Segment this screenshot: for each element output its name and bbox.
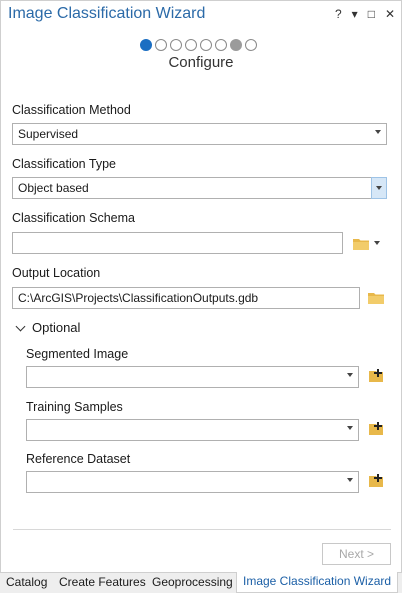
schema-options-chevron-icon[interactable]	[374, 241, 380, 245]
reference-dataset-label: Reference Dataset	[26, 452, 131, 466]
training-samples-dropdown[interactable]	[26, 419, 359, 441]
chevron-down-icon	[347, 478, 353, 482]
classification-schema-input[interactable]	[12, 232, 343, 254]
classification-schema-label: Classification Schema	[12, 211, 135, 225]
chevron-down-icon	[15, 321, 26, 331]
tab-geoprocessing[interactable]: Geoprocessing	[152, 575, 233, 589]
wizard-step-4[interactable]	[185, 39, 197, 51]
wizard-step-8[interactable]	[245, 39, 257, 51]
pane-menu-icon[interactable]: ▾	[352, 7, 358, 21]
chevron-down-icon	[347, 373, 353, 377]
add-data-icon[interactable]	[368, 422, 384, 436]
footer-divider	[13, 529, 391, 530]
training-samples-label: Training Samples	[26, 400, 123, 414]
folder-icon[interactable]	[368, 292, 384, 304]
tab-catalog[interactable]: Catalog	[6, 575, 47, 589]
wizard-step-7	[230, 39, 242, 51]
optional-section-toggle[interactable]: Optional	[15, 320, 81, 335]
wizard-pane: Image Classification Wizard ? ▾ □ ✕ Conf…	[0, 0, 402, 572]
classification-method-dropdown[interactable]: Supervised	[12, 123, 387, 145]
chevron-down-icon	[375, 130, 381, 134]
restore-icon[interactable]: □	[368, 7, 375, 21]
classification-method-label: Classification Method	[12, 103, 131, 117]
pane-title: Image Classification Wizard	[8, 5, 206, 22]
classification-type-value: Object based	[18, 181, 89, 195]
tab-create-features[interactable]: Create Features	[59, 575, 146, 589]
help-icon[interactable]: ?	[335, 7, 342, 21]
output-location-input[interactable]: C:\ArcGIS\Projects\ClassificationOutputs…	[12, 287, 360, 309]
wizard-step-2[interactable]	[155, 39, 167, 51]
chevron-down-icon	[347, 426, 353, 430]
tab-image-classification-wizard[interactable]: Image Classification Wizard	[236, 572, 399, 593]
wizard-step-5[interactable]	[200, 39, 212, 51]
segmented-image-label: Segmented Image	[26, 347, 129, 361]
add-data-icon[interactable]	[368, 369, 384, 383]
output-location-label: Output Location	[12, 266, 101, 280]
wizard-step-3[interactable]	[170, 39, 182, 51]
wizard-step-title: Configure	[168, 54, 234, 71]
dropdown-button[interactable]	[371, 177, 387, 199]
pane-title-actions: ? ▾ □ ✕	[335, 7, 395, 21]
next-button[interactable]: Next >	[322, 543, 391, 565]
close-icon[interactable]: ✕	[385, 7, 395, 21]
optional-section-title: Optional	[32, 320, 81, 335]
output-location-value: C:\ArcGIS\Projects\ClassificationOutputs…	[18, 291, 259, 305]
reference-dataset-dropdown[interactable]	[26, 471, 359, 493]
classification-type-dropdown[interactable]: Object based	[12, 177, 387, 199]
wizard-step-1[interactable]	[140, 39, 152, 51]
classification-method-value: Supervised	[18, 127, 79, 141]
segmented-image-dropdown[interactable]	[26, 366, 359, 388]
wizard-step-6[interactable]	[215, 39, 227, 51]
pane-titlebar: Image Classification Wizard ? ▾ □ ✕	[1, 1, 401, 31]
chevron-down-icon	[376, 186, 382, 190]
pane-tab-bar: Catalog Create Features Geoprocessing Im…	[0, 572, 402, 593]
classification-type-label: Classification Type	[12, 157, 116, 171]
folder-icon[interactable]	[353, 238, 369, 250]
wizard-step-indicator	[140, 39, 257, 51]
add-data-icon[interactable]	[368, 474, 384, 488]
